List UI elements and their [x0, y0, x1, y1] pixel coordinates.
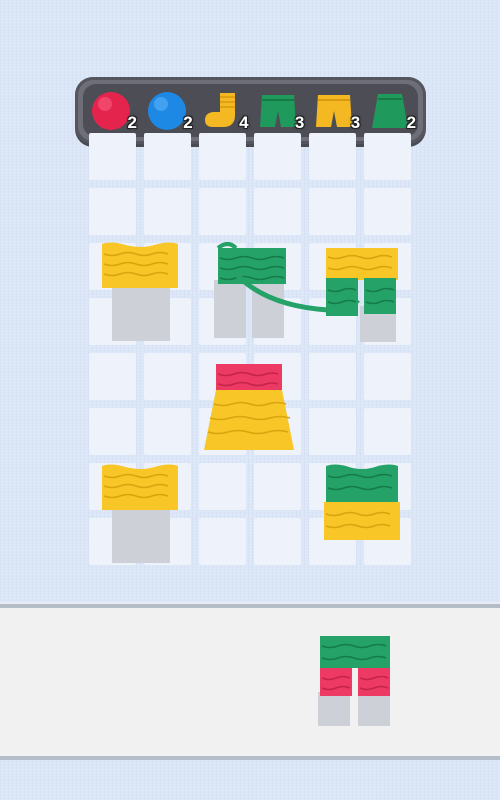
board-cell[interactable]: [309, 188, 356, 235]
board-cell[interactable]: [199, 518, 246, 565]
board-cell[interactable]: [364, 133, 411, 180]
board-cell[interactable]: [89, 133, 136, 180]
yellow-sweater-piece[interactable]: [96, 462, 184, 567]
board-cell[interactable]: [254, 518, 301, 565]
board-cell[interactable]: [364, 353, 411, 400]
board-cell[interactable]: [89, 353, 136, 400]
red-yellow-skirt-piece[interactable]: [202, 360, 296, 454]
board-cell[interactable]: [309, 133, 356, 180]
board-cell[interactable]: [309, 353, 356, 400]
board-cell[interactable]: [199, 133, 246, 180]
board-cell[interactable]: [364, 188, 411, 235]
board-cell[interactable]: [144, 353, 191, 400]
yellow-sweater-piece[interactable]: [96, 240, 184, 345]
yellow-green-shorts-piece[interactable]: [320, 244, 404, 344]
green-red-shorts-piece[interactable]: [312, 632, 398, 732]
board-cell[interactable]: [199, 463, 246, 510]
board-cell[interactable]: [144, 408, 191, 455]
board-cell[interactable]: [199, 188, 246, 235]
piece-tray: [0, 604, 500, 760]
board-cell[interactable]: [254, 133, 301, 180]
board-cell[interactable]: [144, 133, 191, 180]
board-cell[interactable]: [254, 463, 301, 510]
board-cell[interactable]: [254, 188, 301, 235]
board-cell[interactable]: [89, 408, 136, 455]
board-cell[interactable]: [144, 188, 191, 235]
board-cell[interactable]: [309, 408, 356, 455]
board-cell[interactable]: [89, 188, 136, 235]
board-cell[interactable]: [364, 408, 411, 455]
green-yellow-sweater-piece[interactable]: [318, 462, 406, 544]
